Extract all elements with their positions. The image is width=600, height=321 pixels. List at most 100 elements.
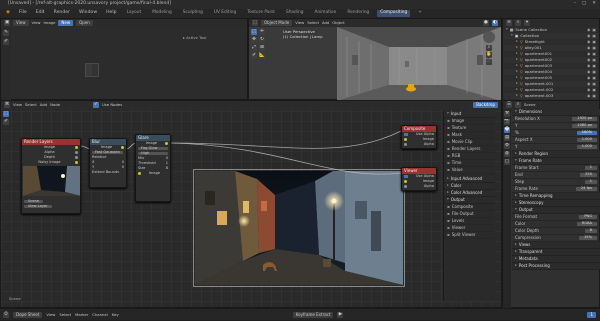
input-section-header[interactable]: ▾ Input <box>444 111 495 118</box>
open-image-button[interactable]: Open <box>76 20 93 26</box>
menu-file[interactable]: File <box>17 10 29 17</box>
property-value-field[interactable]: 1 <box>584 166 597 170</box>
property-value-field[interactable]: 1080 px <box>572 124 597 128</box>
render-toggle-icon[interactable]: ▣ <box>592 76 596 80</box>
glare-node[interactable]: Glare Image Fog Glow High Mix 0 Threshold… <box>135 134 171 202</box>
property-value-field[interactable]: 1.000 <box>576 138 597 142</box>
visibility-eye-icon[interactable]: ◉ <box>587 88 590 92</box>
section-expand-icon[interactable]: ▸ <box>515 201 517 205</box>
new-image-button[interactable]: New <box>58 20 74 26</box>
render-toggle-icon[interactable]: ▣ <box>592 46 596 50</box>
properties-section-header[interactable]: ▸ Stereoscopy <box>512 200 600 207</box>
play-icon[interactable]: ▶ <box>337 312 344 318</box>
blur-node[interactable]: Blur Image Fast Gaussian Relative X0 Y0 … <box>89 138 127 188</box>
visibility-eye-icon[interactable]: ◉ <box>587 64 590 68</box>
properties-search-icon[interactable]: ⌕ <box>515 102 521 108</box>
property-value-field[interactable]: 250 <box>580 173 597 177</box>
workspace-tab-compositing[interactable]: Compositing <box>377 10 411 17</box>
navigation-gizmo[interactable]: ⌕ ✋ 🎥 <box>479 31 499 69</box>
properties-section-header[interactable]: ▸ Render Region <box>512 151 600 158</box>
outliner-filter-icon[interactable]: ▾ <box>524 20 530 26</box>
render-toggle-icon[interactable]: ▣ <box>592 88 596 92</box>
move-icon[interactable]: ✥ <box>251 37 257 43</box>
render-toggle-icon[interactable]: ▣ <box>592 82 596 86</box>
shading-material-icon[interactable]: ◐ <box>492 20 498 26</box>
sample-tool-icon[interactable]: ✎ <box>3 30 9 36</box>
section-expand-icon[interactable]: ▾ <box>515 208 517 212</box>
shading-solid-icon[interactable]: ● <box>483 20 489 26</box>
section-expand-icon[interactable]: ▸ <box>515 257 517 261</box>
select-box-icon[interactable]: ⬚ <box>251 29 257 35</box>
section-input-advanced[interactable]: ▸ Input Advanced <box>444 176 495 183</box>
glare-type-dropdown[interactable]: Fog Glow <box>138 146 168 151</box>
axis-gizmo-icon[interactable] <box>483 31 495 43</box>
annotate-icon[interactable]: ✐ <box>251 53 257 59</box>
add-node-item-input[interactable]: ▪ Texture <box>444 125 495 132</box>
properties-section-header[interactable]: ▸ Time Remapping <box>512 193 600 200</box>
expand-arrow-icon[interactable]: ▾ <box>506 28 508 32</box>
menu-marker-timeline[interactable]: Marker <box>75 313 88 317</box>
current-frame-field[interactable]: 1 <box>587 312 596 318</box>
expand-arrow-icon[interactable]: ▸ <box>516 52 518 56</box>
render-toggle-icon[interactable]: ▣ <box>592 58 596 62</box>
expand-arrow-icon[interactable]: ▸ <box>516 94 518 98</box>
output-tab-icon[interactable]: 🖶 <box>504 127 510 133</box>
rotate-icon[interactable]: ↻ <box>259 37 265 43</box>
viewer-alpha-socket[interactable] <box>404 185 407 188</box>
expand-arrow-icon[interactable]: ▸ <box>516 46 518 50</box>
section-color-advanced[interactable]: ▸ Color Advanced <box>444 190 495 197</box>
add-node-item-output[interactable]: ▪ File Output <box>444 211 495 218</box>
expand-arrow-icon[interactable]: ▸ <box>516 64 518 68</box>
menu-object-3d[interactable]: Object <box>332 21 344 25</box>
properties-section-header[interactable]: ▸ Metadata <box>512 256 600 263</box>
close-icon[interactable]: ✕ <box>592 2 596 7</box>
blur-type-dropdown[interactable]: Fast Gaussian <box>92 150 123 155</box>
render-toggle-icon[interactable]: ▣ <box>592 94 596 98</box>
dope-sheet-dropdown[interactable]: Dope Sheet <box>13 312 43 318</box>
expand-arrow-icon[interactable]: ▸ <box>516 82 518 86</box>
timeline-editor-type-icon[interactable]: ⏱ <box>3 312 9 318</box>
glare-output-socket[interactable] <box>164 142 168 145</box>
blender-logo-icon[interactable]: ◉ <box>4 10 12 17</box>
menu-select-3d[interactable]: Select <box>307 21 319 25</box>
add-node-item-input[interactable]: ▪ Time <box>444 160 495 167</box>
image-editor-view-mode[interactable]: View <box>13 20 29 26</box>
scene-tab-icon[interactable]: ⚙ <box>504 143 510 149</box>
property-value-field[interactable]: 1.000 <box>576 145 597 149</box>
render-layers-node[interactable]: Render Layers Image Alpha Depth Noisy Im… <box>21 138 81 214</box>
add-node-item-output[interactable]: ▪ Composite <box>444 204 495 211</box>
outliner-editor-type-icon[interactable]: ≡ <box>506 20 512 26</box>
properties-editor-type-icon[interactable]: ☰ <box>506 102 512 108</box>
composite-image-socket[interactable] <box>404 138 407 141</box>
blur-output-socket[interactable] <box>120 146 124 149</box>
menu-view[interactable]: View <box>32 21 41 25</box>
keyframe-type-dropdown[interactable]: Keyframe Extract <box>292 312 334 318</box>
visibility-eye-icon[interactable]: ◉ <box>587 28 590 32</box>
tool-tab-icon[interactable]: ⚒ <box>504 111 510 117</box>
visibility-eye-icon[interactable]: ◉ <box>587 70 590 74</box>
add-node-item-input[interactable]: ▪ Render Layers <box>444 146 495 153</box>
render-toggle-icon[interactable]: ▣ <box>592 34 596 38</box>
transform-icon[interactable]: ⊞ <box>259 45 265 51</box>
section-expand-icon[interactable]: ▸ <box>515 243 517 247</box>
composite-use-alpha-checkbox[interactable] <box>404 133 408 136</box>
property-value-field[interactable]: 15% <box>579 236 597 240</box>
workspace-tab-texture-paint[interactable]: Texture Paint <box>244 10 278 16</box>
visibility-eye-icon[interactable]: ◉ <box>587 52 590 56</box>
add-node-item-input[interactable]: ▪ Value <box>444 167 495 174</box>
workspace-tab-layout[interactable]: Layout <box>124 10 145 16</box>
editor-type-icon[interactable]: ▣ <box>4 20 10 26</box>
visibility-eye-icon[interactable]: ◉ <box>587 46 590 50</box>
render-toggle-icon[interactable]: ▣ <box>592 70 596 74</box>
section-expand-icon[interactable]: ▸ <box>515 250 517 254</box>
cursor-icon[interactable]: ✛ <box>259 29 265 35</box>
properties-section-header[interactable]: ▸ Views <box>512 242 600 249</box>
add-node-item-input[interactable]: ▪ Mask <box>444 132 495 139</box>
section-expand-icon[interactable]: ▾ <box>515 110 517 114</box>
properties-section-header[interactable]: ▾ Output <box>512 207 600 214</box>
workspace-tab-sculpting[interactable]: Sculpting <box>180 10 206 16</box>
minimize-icon[interactable]: – <box>574 2 576 7</box>
visibility-eye-icon[interactable]: ◉ <box>587 82 590 86</box>
property-value-field[interactable]: 8 <box>584 229 597 233</box>
menu-help[interactable]: Help <box>104 10 118 17</box>
